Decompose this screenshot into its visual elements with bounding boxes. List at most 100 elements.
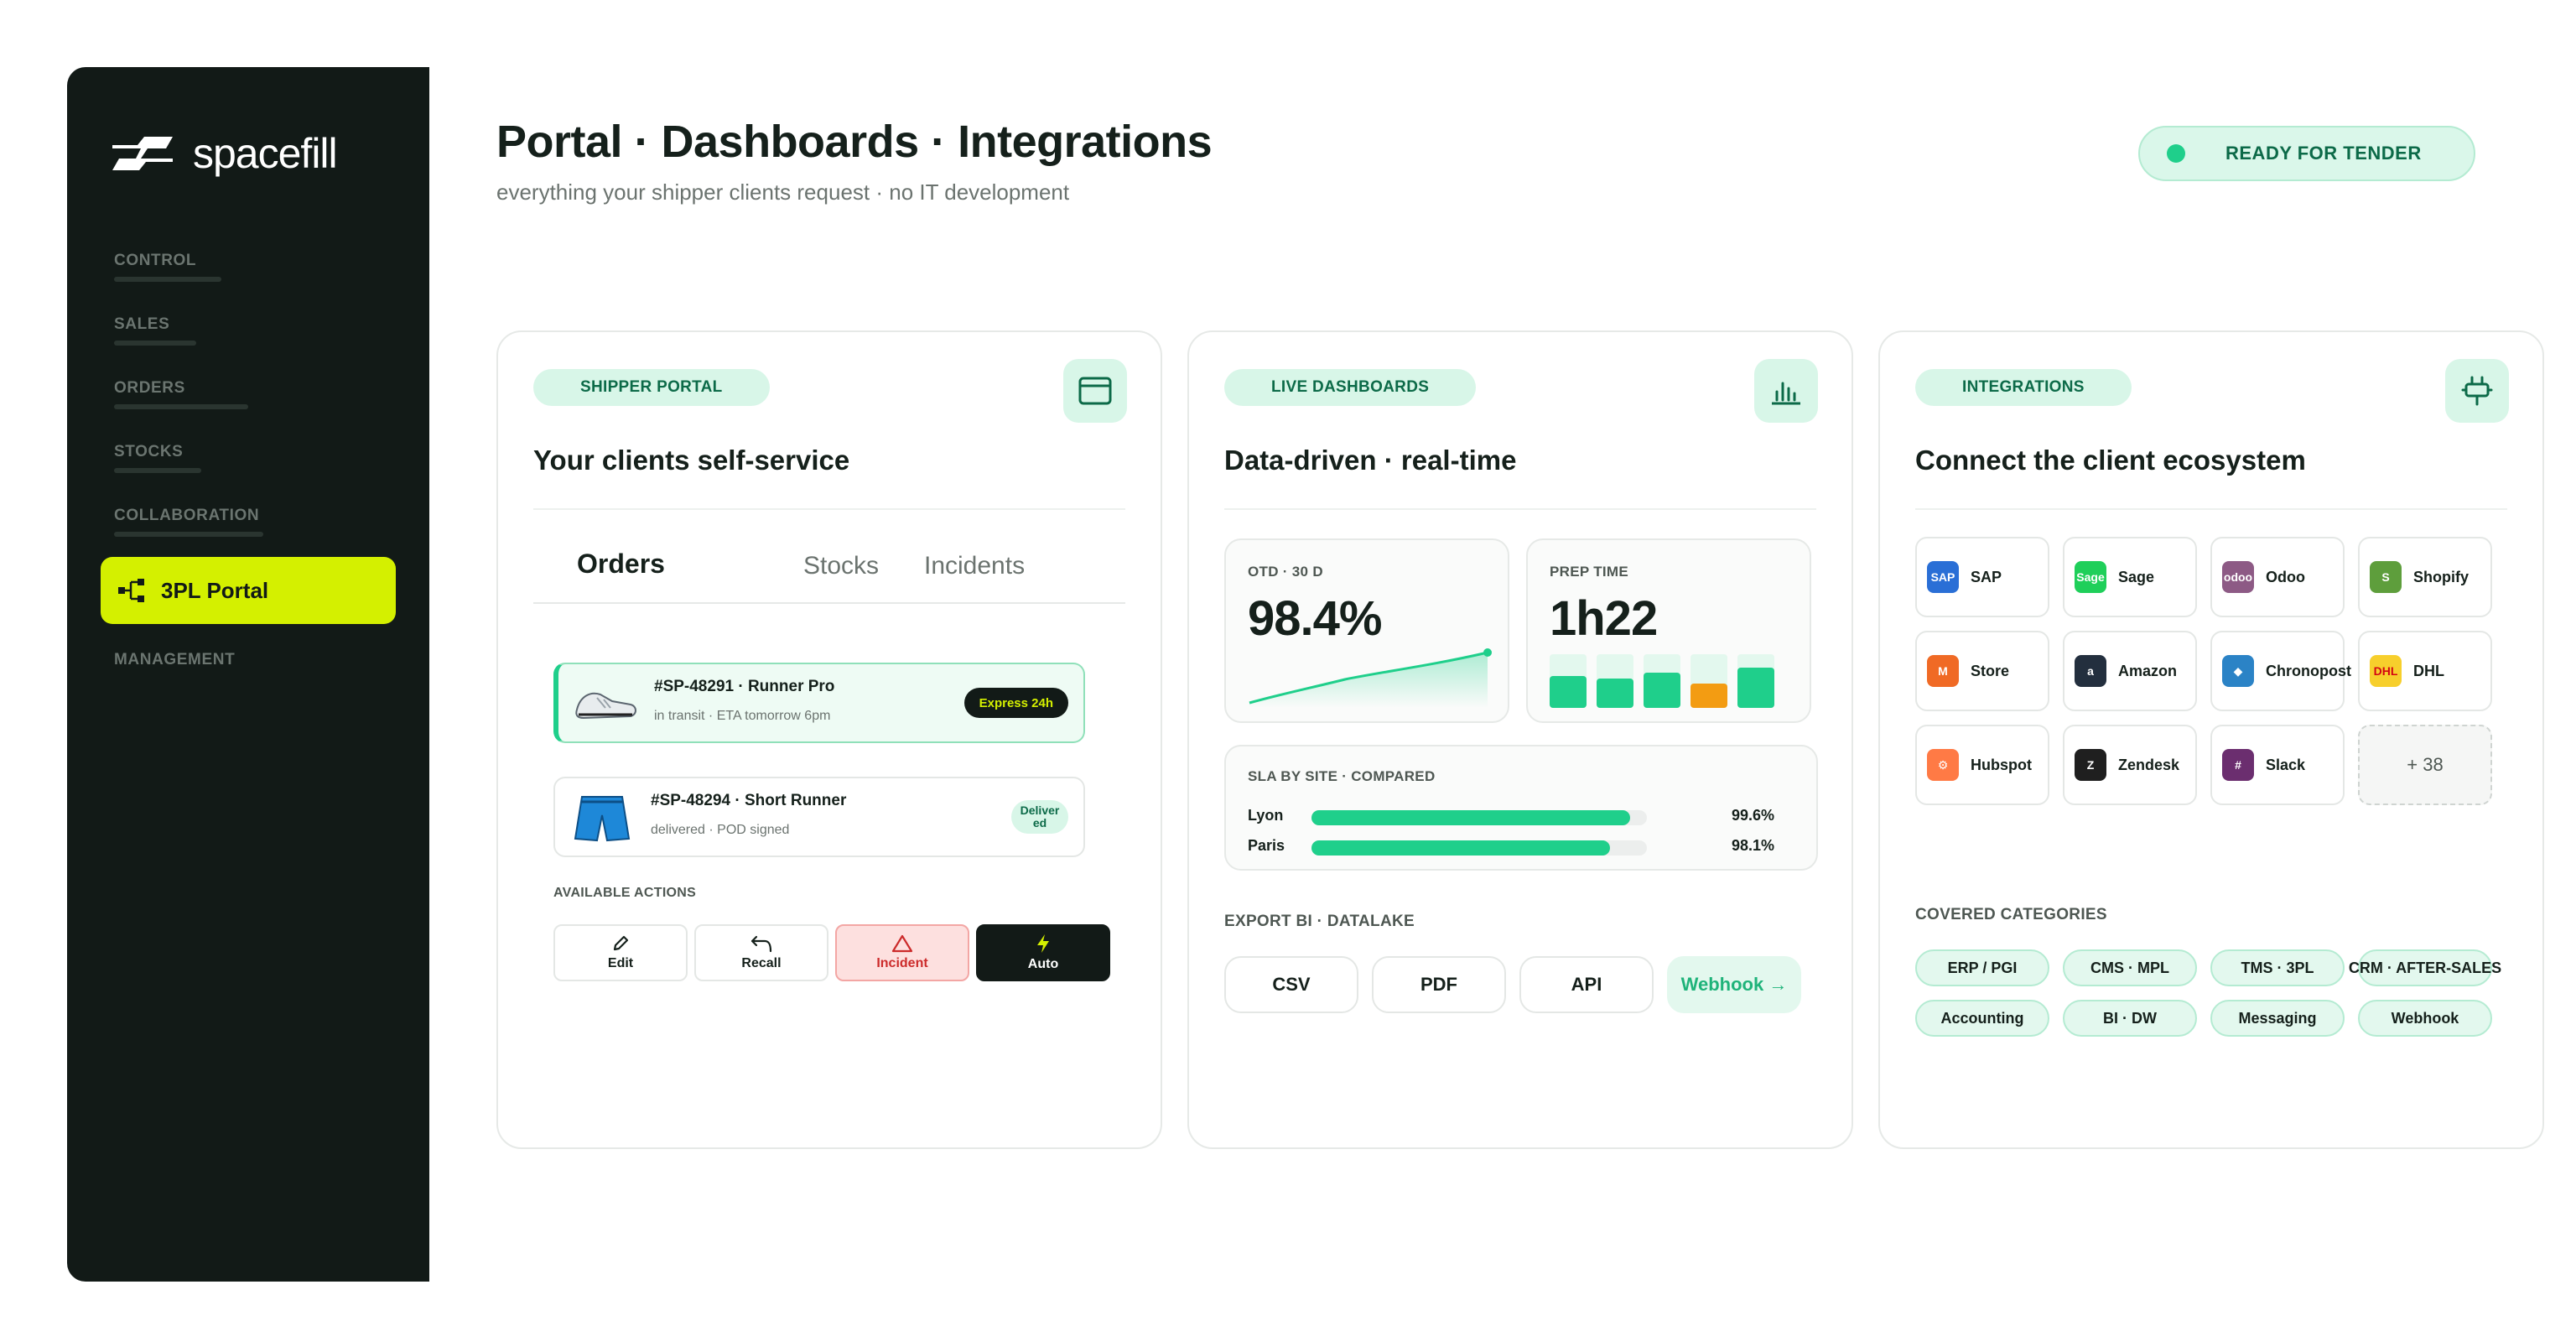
metric-label: PREP TIME <box>1550 564 1629 580</box>
tabs: Orders Stocks Incidents <box>533 549 1125 604</box>
export-pdf-button[interactable]: PDF <box>1372 956 1506 1013</box>
prep-bar <box>1550 676 1587 708</box>
zendesk-logo-icon: Z <box>2075 749 2106 781</box>
odoo-logo-icon: odoo <box>2222 561 2254 593</box>
tab-orders[interactable]: Orders <box>577 549 665 580</box>
more-count: + 38 <box>2407 754 2444 775</box>
integration-name: DHL <box>2413 662 2444 679</box>
otd-trend-sparkline <box>1249 648 1492 708</box>
sidebar-item-orders[interactable]: ORDERS <box>114 379 248 409</box>
export-csv-button[interactable]: CSV <box>1224 956 1358 1013</box>
integration-name: Zendesk <box>2118 756 2180 773</box>
sidebar-item-stocks[interactable]: STOCKS <box>114 443 201 473</box>
integration-name: Chronopost <box>2266 662 2351 679</box>
sla-site: Paris <box>1248 837 1285 854</box>
tab-stocks[interactable]: Stocks <box>803 552 879 580</box>
sidebar-item-label: SALES <box>114 315 170 333</box>
action-label: Edit <box>607 956 634 970</box>
integration-tile-dhl[interactable]: DHL DHL <box>2358 631 2492 711</box>
order-status: delivered · POD signed <box>651 823 790 837</box>
order-row[interactable]: #SP-48294 · Short Runner delivered · POD… <box>553 777 1085 857</box>
live-dashboards-card: LIVE DASHBOARDS Data-driven · real-time … <box>1187 330 1853 1149</box>
shipper-portal-card: SHIPPER PORTAL Your clients self-service… <box>496 330 1162 1149</box>
recall-button[interactable]: Recall <box>694 924 828 981</box>
card-pill: INTEGRATIONS <box>1915 369 2132 406</box>
integration-tile-zendesk[interactable]: Z Zendesk <box>2063 725 2197 805</box>
export-label: EXPORT BI · DATALAKE <box>1224 913 1415 930</box>
sla-fill <box>1311 840 1610 856</box>
prep-bar <box>1597 679 1633 708</box>
card-title: Connect the client ecosystem <box>1915 445 2306 476</box>
action-label: Incident <box>876 956 928 970</box>
order-id: #SP-48294 · Short Runner <box>651 792 847 809</box>
sla-by-site-card[interactable]: SLA BY SITE · COMPARED Lyon 99.6% Paris … <box>1224 745 1818 871</box>
integration-tile-chronopost[interactable]: ◆ Chronopost <box>2210 631 2351 711</box>
card-title: Data-driven · real-time <box>1224 445 1517 476</box>
dhl-logo-icon: DHL <box>2370 655 2402 687</box>
auto-button[interactable]: Auto <box>976 924 1110 981</box>
delivered-badge: Delivered <box>1011 800 1068 834</box>
incident-button[interactable]: Incident <box>835 924 969 981</box>
sla-track <box>1311 810 1647 825</box>
nav-placeholder-bar <box>114 532 263 537</box>
shipping-badge: Express 24h <box>963 688 1068 718</box>
integration-name: Odoo <box>2266 568 2305 585</box>
bar-chart-icon <box>1754 359 1818 423</box>
category-chip: CRM · AFTER-SALES <box>2349 949 2501 986</box>
store-logo-icon: M <box>1927 655 1959 687</box>
integration-tile-odoo[interactable]: odoo Odoo <box>2210 537 2345 617</box>
pencil-icon <box>613 935 629 951</box>
running-shoe-icon <box>575 692 636 720</box>
actions-label: AVAILABLE ACTIONS <box>553 886 697 900</box>
otd-metric-card[interactable]: OTD · 30 D 98.4% <box>1224 538 1509 723</box>
sidebar-item-sales[interactable]: SALES <box>114 315 196 346</box>
shopify-logo-icon: S <box>2370 561 2402 593</box>
integration-name: Sage <box>2118 568 2155 585</box>
export-webhook-button[interactable]: Webhook → <box>1667 956 1801 1013</box>
amazon-logo-icon: a <box>2075 655 2106 687</box>
divider <box>1915 508 2507 510</box>
tab-incidents[interactable]: Incidents <box>924 552 1025 580</box>
order-row[interactable]: #SP-48291 · Runner Pro in transit · ETA … <box>553 663 1085 743</box>
integration-tile-hubspot[interactable]: ⚙ Hubspot <box>1915 725 2049 805</box>
sidebar-item-collaboration[interactable]: COLLABORATION <box>114 507 263 537</box>
category-chip: Webhook <box>2358 1000 2492 1037</box>
prep-bar-slot <box>1550 654 1587 708</box>
sage-logo-icon: Sage <box>2075 561 2106 593</box>
edit-button[interactable]: Edit <box>553 924 688 981</box>
sla-pct: 98.1% <box>1731 837 1774 854</box>
metric-value: 98.4% <box>1248 591 1382 646</box>
sidebar-item-management[interactable]: MANAGEMENT <box>114 651 235 669</box>
category-chip: TMS · 3PL <box>2210 949 2345 986</box>
integration-tile-store[interactable]: M Store <box>1915 631 2049 711</box>
integration-tile-amazon[interactable]: a Amazon <box>2063 631 2197 711</box>
action-label: Recall <box>741 956 782 970</box>
integration-tile-slack[interactable]: # Slack <box>2210 725 2345 805</box>
spacefill-logo-icon <box>112 137 173 170</box>
export-api-button[interactable]: API <box>1519 956 1654 1013</box>
category-chip: BI · DW <box>2063 1000 2197 1037</box>
integration-name: Shopify <box>2413 568 2469 585</box>
card-pill: SHIPPER PORTAL <box>533 369 770 406</box>
prep-bar-slot <box>1737 654 1774 708</box>
status-label: READY FOR TENDER <box>2225 143 2422 164</box>
categories-label: COVERED CATEGORIES <box>1915 906 2107 923</box>
sidebar-item-label: STOCKS <box>114 443 184 460</box>
nav-placeholder-bar <box>114 341 196 346</box>
sidebar-item-control[interactable]: CONTROL <box>114 252 221 282</box>
sidebar-item-label: MANAGEMENT <box>114 651 236 668</box>
integration-tile-sap[interactable]: SAP SAP <box>1915 537 2049 617</box>
sidebar-item-label: COLLABORATION <box>114 507 260 524</box>
brand-logo[interactable]: spacefill <box>107 129 338 178</box>
prep-time-metric-card[interactable]: PREP TIME 1h22 <box>1526 538 1811 723</box>
prep-bar-slot <box>1690 654 1727 708</box>
sidebar-item-3pl-portal[interactable]: 3PL Portal <box>101 557 396 624</box>
integration-tile-shopify[interactable]: S Shopify <box>2358 537 2492 617</box>
status-badge: READY FOR TENDER <box>2138 126 2475 181</box>
sla-pct: 99.6% <box>1731 807 1774 824</box>
browser-window-icon <box>1063 359 1127 423</box>
integration-tile-sage[interactable]: Sage Sage <box>2063 537 2197 617</box>
prep-bar <box>1737 668 1774 708</box>
more-integrations-tile[interactable]: + 38 <box>2358 725 2492 805</box>
plug-icon <box>2445 359 2509 423</box>
